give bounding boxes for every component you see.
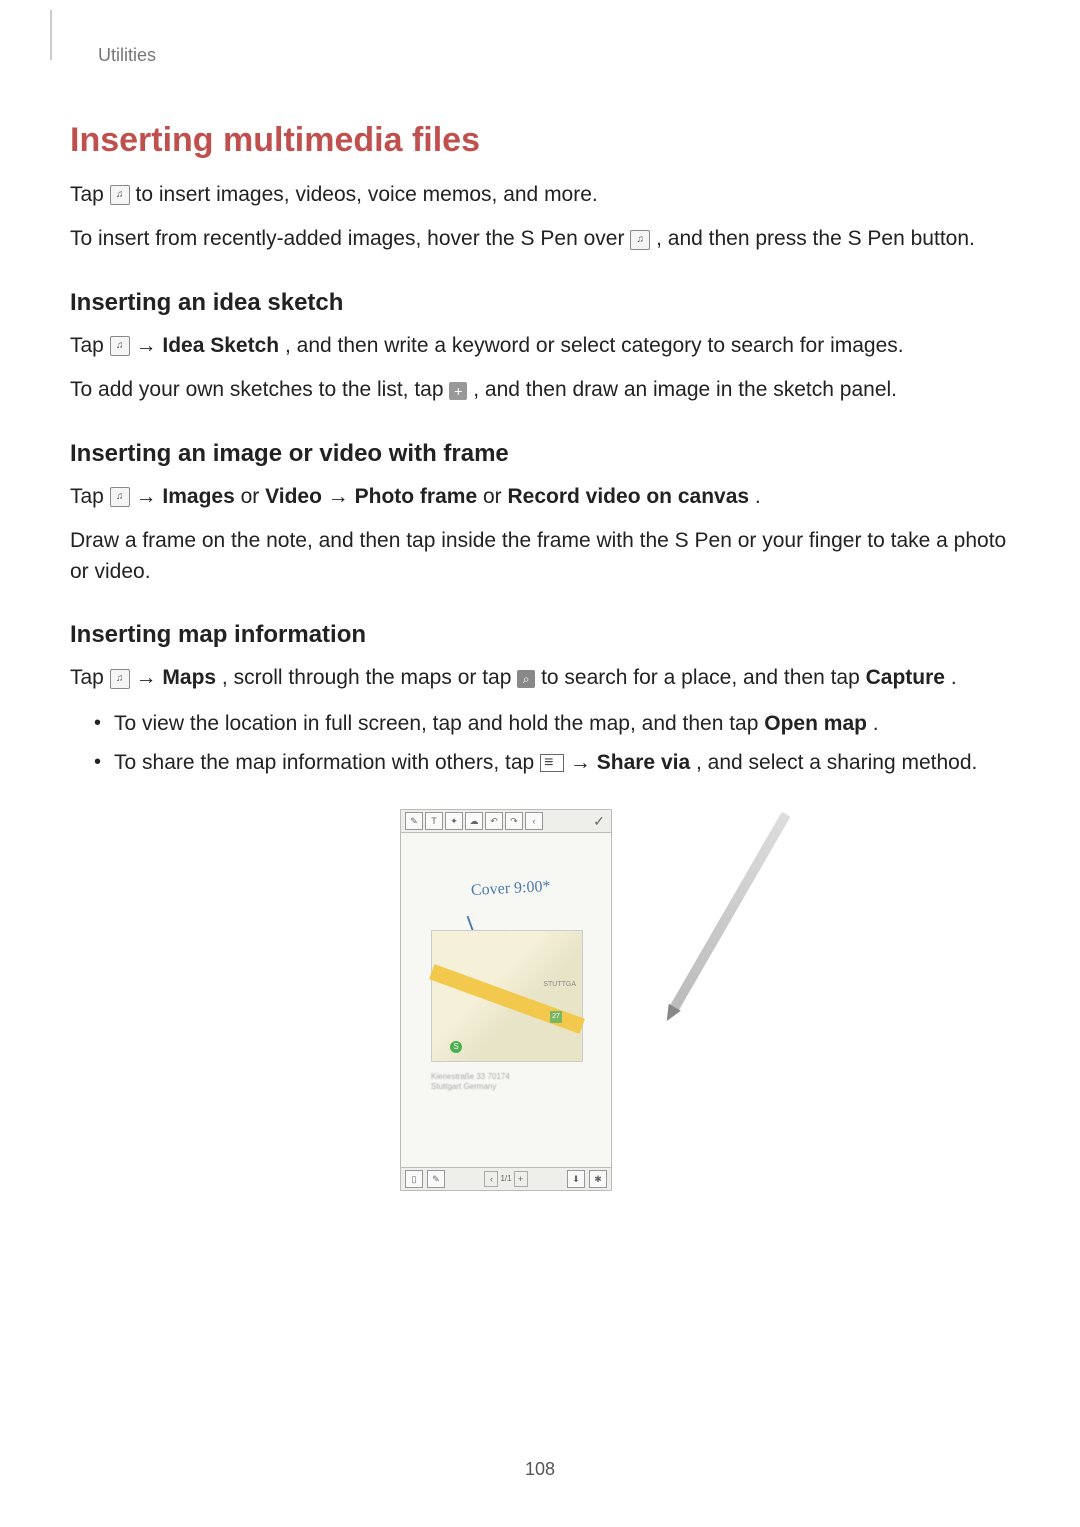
phone-mockup: ✎ T ✦ ☁ ↶ ↷ ‹ ✓ Cover 9:00* STUTTGA 27 S… — [400, 809, 612, 1191]
insert-multimedia-icon: ♫ — [110, 669, 130, 689]
idea-sketch-p2: To add your own sketches to the list, ta… — [70, 375, 1010, 405]
text: → — [136, 666, 163, 689]
collapse-icon: ‹ — [525, 812, 543, 830]
caption-line1: Kienestraße 33 70174 — [431, 1072, 510, 1081]
download-icon: ⬇ — [567, 1170, 585, 1188]
text-bold: Share via — [597, 751, 690, 774]
text: or — [483, 485, 508, 508]
map-road — [429, 964, 585, 1034]
eraser-tool-icon: ✦ — [445, 812, 463, 830]
text: or — [241, 485, 266, 508]
page-indicator: 1/1 — [500, 1174, 511, 1183]
text: To add your own sketches to the list, ta… — [70, 378, 449, 401]
map-p1: Tap ♫ → Maps , scroll through the maps o… — [70, 663, 1010, 693]
phone-toolbar-bottom: ▯ ✎ ‹ 1/1 + ⬇ ✱ — [401, 1167, 611, 1190]
text: . — [755, 485, 761, 508]
text: , and then draw an image in the sketch p… — [473, 378, 897, 401]
caption-line2: Stuttgart Germany — [431, 1082, 496, 1091]
text: Tap — [70, 183, 110, 206]
text-bold: Record video on canvas — [507, 485, 749, 508]
insert-multimedia-icon: ♫ — [110, 336, 130, 356]
text: . — [873, 712, 879, 735]
s-pen-illustration — [669, 811, 790, 1011]
undo-icon: ↶ — [485, 812, 503, 830]
frame-p1: Tap ♫ → Images or Video → Photo frame or… — [70, 482, 1010, 512]
text: Tap — [70, 666, 110, 689]
text: , and select a sharing method. — [696, 751, 977, 774]
text: To share the map information with others… — [114, 751, 540, 774]
subheading-map-info: Inserting map information — [70, 621, 1010, 649]
text: To view the location in full screen, tap… — [114, 712, 764, 735]
station-icon: S — [450, 1041, 462, 1053]
map-caption: Kienestraße 33 70174 Stuttgart Germany — [431, 1072, 510, 1093]
subheading-image-video-frame: Inserting an image or video with frame — [70, 440, 1010, 468]
text: . — [951, 666, 957, 689]
insert-icon: ▯ — [405, 1170, 423, 1188]
page-number: 108 — [0, 1459, 1080, 1480]
text: Tap — [70, 485, 110, 508]
cloud-tool-icon: ☁ — [465, 812, 483, 830]
map-bullets: To view the location in full screen, tap… — [70, 708, 1010, 779]
intro-p1: Tap ♫ to insert images, videos, voice me… — [70, 180, 1010, 210]
text-bold: Video — [265, 485, 322, 508]
text-bold: Images — [162, 485, 234, 508]
text-tool-icon: T — [425, 812, 443, 830]
frame-p2: Draw a frame on the note, and then tap i… — [70, 526, 1010, 587]
text: , and then press the S Pen button. — [656, 227, 975, 250]
text-bold: Capture — [866, 666, 945, 689]
text-bold: Open map — [764, 712, 867, 735]
settings-icon: ✱ — [589, 1170, 607, 1188]
text: → — [136, 334, 163, 357]
list-item: To view the location in full screen, tap… — [94, 708, 1010, 740]
text: to search for a place, and then tap — [541, 666, 866, 689]
insert-multimedia-icon: ♫ — [110, 487, 130, 507]
search-icon: ⌕ — [517, 670, 535, 688]
pager: ‹ 1/1 + — [484, 1171, 527, 1187]
text-bold: Maps — [162, 666, 216, 689]
prev-page-icon: ‹ — [484, 1171, 498, 1187]
intro-p2: To insert from recently-added images, ho… — [70, 224, 1010, 254]
text: , scroll through the maps or tap — [222, 666, 517, 689]
text: Tap — [70, 334, 110, 357]
redo-icon: ↷ — [505, 812, 523, 830]
idea-sketch-p1: Tap ♫ → Idea Sketch , and then write a k… — [70, 331, 1010, 361]
map-marker: 27 — [550, 1011, 562, 1023]
text-bold: Idea Sketch — [162, 334, 279, 357]
text-bold: Photo frame — [355, 485, 478, 508]
list-item: To share the map information with others… — [94, 747, 1010, 779]
map-area: STUTTGA 27 S — [431, 930, 583, 1062]
insert-multimedia-icon: ♫ — [110, 185, 130, 205]
phone-toolbar-top: ✎ T ✦ ☁ ↶ ↷ ‹ ✓ — [401, 810, 611, 833]
section-header: Utilities — [98, 45, 1010, 66]
page-title: Inserting multimedia files — [70, 121, 1010, 160]
text: to insert images, videos, voice memos, a… — [136, 183, 598, 206]
subheading-idea-sketch: Inserting an idea sketch — [70, 289, 1010, 317]
figure-map-note: ✎ T ✦ ☁ ↶ ↷ ‹ ✓ Cover 9:00* STUTTGA 27 S… — [400, 809, 680, 1191]
text: → — [570, 751, 597, 774]
text: → — [328, 485, 355, 508]
text: To insert from recently-added images, ho… — [70, 227, 630, 250]
map-city-label: STUTTGA — [543, 981, 576, 988]
pen-tool-icon: ✎ — [405, 812, 423, 830]
plus-icon: + — [449, 382, 467, 400]
edit-icon: ✎ — [427, 1170, 445, 1188]
handwriting-text: Cover 9:00* — [471, 877, 551, 899]
text: → — [136, 485, 163, 508]
insert-multimedia-icon: ♫ — [630, 230, 650, 250]
text: , and then write a keyword or select cat… — [285, 334, 904, 357]
check-icon: ✓ — [591, 813, 607, 829]
next-page-icon: + — [514, 1171, 528, 1187]
menu-icon — [540, 754, 564, 772]
